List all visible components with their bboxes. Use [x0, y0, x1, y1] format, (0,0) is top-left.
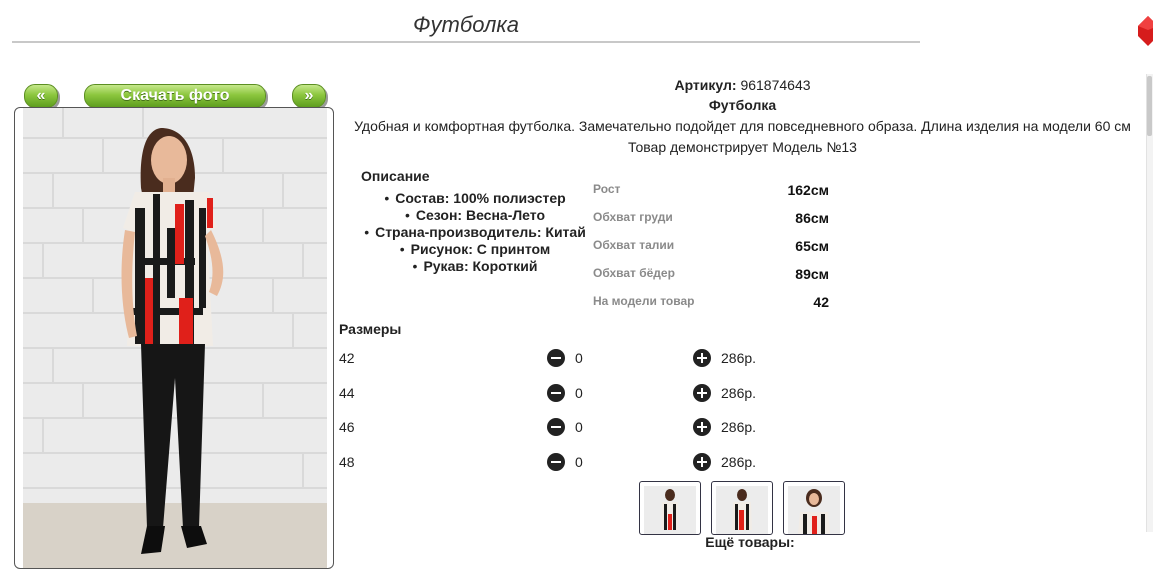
price-value: 286р. [721, 419, 757, 435]
param-label: Обхват груди [593, 210, 673, 224]
param-value: 162см [787, 182, 829, 198]
model-photo-image [23, 108, 327, 568]
param-value: 65см [795, 238, 829, 254]
param-row: Обхват бёдер 89см [593, 262, 829, 290]
close-icon[interactable] [1136, 14, 1153, 46]
size-value: 48 [339, 454, 355, 470]
param-label: Рост [593, 182, 621, 196]
param-value: 86см [795, 210, 829, 226]
scrollbar-thumb[interactable] [1147, 76, 1152, 136]
quantity-value: 0 [575, 350, 583, 366]
size-value: 42 [339, 350, 355, 366]
size-value: 44 [339, 385, 355, 401]
thumbnail-3[interactable] [783, 481, 845, 535]
minus-icon[interactable] [547, 349, 565, 367]
minus-icon[interactable] [547, 384, 565, 402]
list-item: • Страна-производитель: Китай [364, 224, 586, 240]
minus-icon[interactable] [547, 453, 565, 471]
article-line: Артикул: 961874643 [340, 77, 1145, 93]
minus-icon[interactable] [547, 418, 565, 436]
product-name: Футболка [708, 97, 777, 113]
plus-icon[interactable] [693, 384, 711, 402]
list-item: • Рукав: Короткий [412, 258, 538, 274]
price-value: 286р. [721, 350, 757, 366]
quantity-value: 0 [575, 454, 583, 470]
product-photo[interactable] [14, 107, 334, 569]
article-value: 961874643 [740, 77, 811, 93]
scrollbar[interactable] [1146, 74, 1153, 532]
prev-photo-button[interactable]: « [24, 84, 58, 108]
param-label: Обхват бёдер [593, 266, 675, 280]
thumbnail-image [644, 486, 696, 534]
thumbnail-2[interactable] [711, 481, 773, 535]
size-row: 46 0 286р. [339, 416, 769, 438]
description-list: • Состав: 100% полиэстер • Сезон: Весна-Ле… [355, 190, 595, 275]
price-value: 286р. [721, 385, 757, 401]
product-description: Удобная и комфортная футболка. Замечател… [354, 118, 1131, 134]
quantity-value: 0 [575, 419, 583, 435]
param-label: На модели товар [593, 294, 695, 308]
plus-icon[interactable] [693, 418, 711, 436]
size-value: 46 [339, 419, 355, 435]
next-photo-button[interactable]: » [292, 84, 326, 108]
param-value: 42 [813, 294, 829, 310]
param-row: Обхват груди 86см [593, 206, 829, 234]
param-row: На модели товар 42 [593, 290, 829, 318]
list-item: • Состав: 100% полиэстер [384, 190, 566, 206]
thumbnail-image [716, 486, 768, 534]
plus-icon[interactable] [693, 349, 711, 367]
size-row: 42 0 286р. [339, 347, 769, 369]
more-products-label: Ещё товары: [705, 534, 795, 550]
price-value: 286р. [721, 454, 757, 470]
page-title: Футболка [413, 12, 519, 37]
model-params-table: Рост 162см Обхват груди 86см Обхват тали… [593, 178, 829, 318]
list-item: • Сезон: Весна-Лето [404, 207, 546, 223]
sizes-title: Размеры [339, 321, 402, 337]
size-row: 44 0 286р. [339, 382, 769, 404]
thumbnail-image [788, 486, 840, 534]
quantity-value: 0 [575, 385, 583, 401]
param-row: Обхват талии 65см [593, 234, 829, 262]
page-title-bar: Футболка [12, 8, 920, 43]
download-photo-button[interactable]: Скачать фото [84, 84, 266, 108]
size-row: 48 0 286р. [339, 451, 769, 473]
thumbnail-1[interactable] [639, 481, 701, 535]
model-note: Товар демонстрирует Модель №13 [628, 139, 857, 155]
article-label: Артикул: [674, 77, 737, 93]
param-row: Рост 162см [593, 178, 829, 206]
param-value: 89см [795, 266, 829, 282]
param-label: Обхват талии [593, 238, 675, 252]
description-title: Описание [361, 168, 430, 184]
plus-icon[interactable] [693, 453, 711, 471]
list-item: • Рисунок: С принтом [399, 241, 551, 257]
